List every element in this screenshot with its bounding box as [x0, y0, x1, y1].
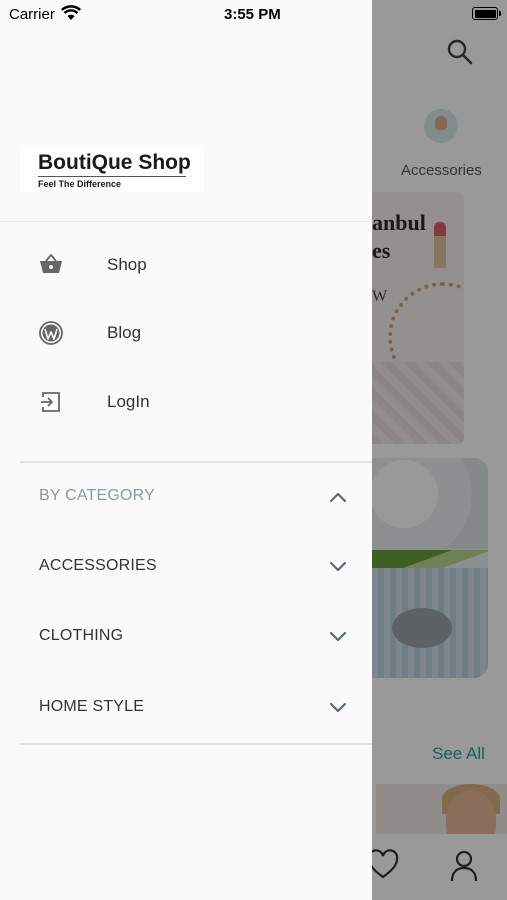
logo-tagline: Feel The Difference [38, 179, 122, 189]
category-item-label: CLOTHING [39, 627, 124, 644]
menu-item-label: LogIn [107, 392, 150, 411]
menu-item-label: Shop [107, 255, 147, 274]
logo-underline [38, 176, 186, 177]
chevron-down-icon [329, 561, 347, 572]
logo-title: BoutiQue Shop [38, 151, 191, 174]
brand-logo[interactable]: BoutiQue Shop Feel The Difference [20, 145, 204, 192]
chevron-down-icon [329, 702, 347, 713]
category-header-label: BY CATEGORY [39, 487, 156, 504]
menu-item-login[interactable]: LogIn [0, 375, 372, 431]
login-icon [41, 392, 60, 412]
carrier-label: Carrier [9, 6, 55, 23]
chevron-down-icon [329, 631, 347, 642]
side-drawer: BoutiQue Shop Feel The Difference Shop B… [0, 0, 372, 900]
menu-item-label: Blog [107, 323, 142, 342]
battery-icon [472, 7, 501, 20]
category-item-label: HOME STYLE [39, 698, 145, 715]
wifi-icon [61, 5, 81, 20]
divider [20, 743, 372, 745]
menu-item-shop[interactable]: Shop [0, 238, 372, 294]
category-item-clothing[interactable]: CLOTHING [0, 612, 372, 662]
clock-time: 3:55 PM [224, 6, 281, 23]
menu-item-blog[interactable]: Blog [0, 306, 372, 362]
category-item-accessories[interactable]: ACCESSORIES [0, 542, 372, 592]
divider [0, 221, 372, 222]
category-item-home-style[interactable]: HOME STYLE [0, 683, 372, 733]
divider [20, 461, 372, 463]
category-item-label: ACCESSORIES [39, 557, 157, 574]
basket-icon [40, 254, 62, 273]
wordpress-icon [39, 321, 63, 345]
status-bar: Carrier 3:55 PM [0, 0, 507, 28]
chevron-up-icon [329, 492, 347, 503]
category-section-header[interactable]: BY CATEGORY [0, 472, 372, 522]
